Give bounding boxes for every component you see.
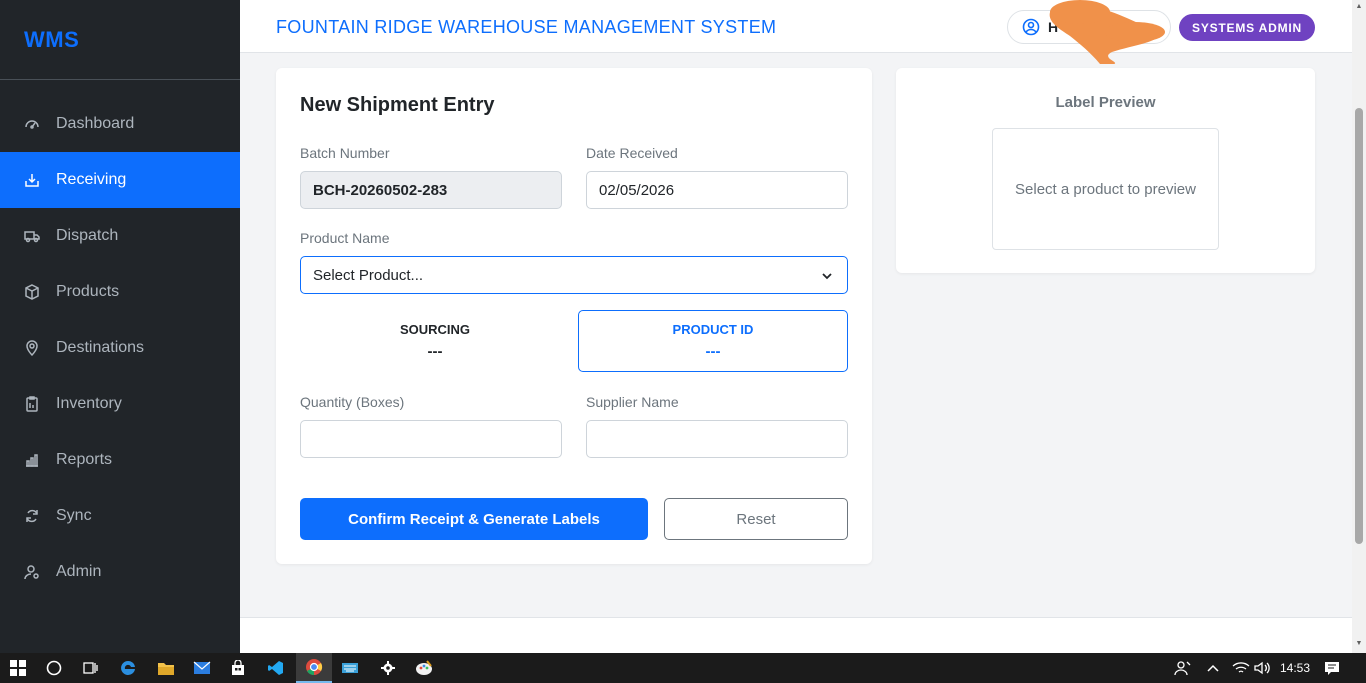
scrollbar-thumb[interactable] [1355,108,1363,544]
sourcing-title: SOURCING [399,322,471,337]
user-circle-icon [1022,18,1040,36]
product-id-stat: PRODUCT ID --- [578,310,848,372]
sidebar-item-label: Admin [56,563,102,580]
clipboard-icon [24,396,40,412]
label-preview-card: Label Preview Select a product to previe… [896,68,1315,273]
taskbar: 14:53 [0,653,1366,683]
sidebar: WMS Dashboard Receiving Dispatch Product… [0,0,240,653]
bar-chart-icon [24,452,40,468]
sidebar-item-products[interactable]: Products [0,264,240,320]
clock-time[interactable]: 14:53 [1280,653,1310,683]
date-received-field[interactable]: 02/05/2026 [586,171,848,209]
product-id-value: --- [705,343,721,360]
product-select-value: Select Product... [313,266,424,284]
sidebar-item-label: Destinations [56,339,145,356]
page-scrollbar[interactable]: ▲ ▼ [1352,0,1366,653]
sidebar-item-dispatch[interactable]: Dispatch [0,208,240,264]
settings-gear-icon[interactable] [370,653,406,683]
brand-logo[interactable]: WMS [0,0,240,80]
batch-number-field: BCH-20260502-283 [300,171,562,209]
label-preview-title: Label Preview [1055,94,1156,111]
redaction-scribble [1049,0,1165,64]
sidebar-item-label: Dispatch [56,227,119,244]
chrome-icon[interactable] [296,653,332,683]
file-explorer-icon[interactable] [148,653,184,683]
product-name-label: Product Name [300,230,390,246]
supplier-name-field[interactable] [586,420,848,458]
sidebar-item-label: Inventory [56,395,122,412]
product-id-title: PRODUCT ID [672,322,754,337]
product-select[interactable]: Select Product... [300,256,848,294]
shipment-form-card: New Shipment Entry Batch Number BCH-2026… [276,68,872,564]
sync-icon [24,508,40,524]
reset-button[interactable]: Reset [664,498,848,540]
task-view-icon[interactable] [72,653,108,683]
vscode-icon[interactable] [258,653,294,683]
form-title: New Shipment Entry [300,94,495,116]
sidebar-item-admin[interactable]: Admin [0,544,240,600]
sidebar-item-reports[interactable]: Reports [0,432,240,488]
chevron-up-icon[interactable] [1206,653,1220,683]
keyboard-icon[interactable] [332,653,368,683]
sidebar-item-receiving[interactable]: Receiving [0,152,240,208]
sourcing-value: --- [427,343,443,360]
store-icon[interactable] [220,653,256,683]
date-received-label: Date Received [586,145,678,161]
volume-icon[interactable] [1254,653,1270,683]
chevron-down-icon [821,269,833,286]
notifications-icon[interactable] [1324,653,1340,683]
batch-number-label: Batch Number [300,145,390,161]
inbox-download-icon [24,172,40,188]
gauge-icon [24,116,40,132]
sidebar-item-label: Receiving [56,171,127,188]
sidebar-item-label: Sync [56,507,92,524]
page-footer [240,617,1352,653]
top-bar: FOUNTAIN RIDGE WAREHOUSE MANAGEMENT SYST… [240,0,1352,64]
windows-start-icon[interactable] [0,653,36,683]
sidebar-item-dashboard[interactable]: Dashboard [0,96,240,152]
page-title: FOUNTAIN RIDGE WAREHOUSE MANAGEMENT SYST… [276,17,777,37]
scroll-up-arrow-icon[interactable]: ▲ [1355,2,1363,10]
user-gear-icon [24,564,40,580]
map-pin-icon [24,340,40,356]
role-badge: SYSTEMS ADMIN [1179,14,1315,41]
edge-browser-icon[interactable] [110,653,146,683]
label-preview-box: Select a product to preview [992,128,1219,250]
sidebar-item-label: Dashboard [56,115,135,132]
supplier-name-label: Supplier Name [586,394,679,410]
truck-icon [24,228,40,244]
sourcing-stat: SOURCING --- [300,310,570,372]
sidebar-item-inventory[interactable]: Inventory [0,376,240,432]
wifi-icon[interactable] [1232,653,1250,683]
confirm-receipt-button[interactable]: Confirm Receipt & Generate Labels [300,498,648,540]
paint-app-icon[interactable] [406,653,442,683]
search-circle-icon[interactable] [36,653,72,683]
scroll-down-arrow-icon[interactable]: ▼ [1355,639,1363,647]
mail-icon[interactable] [184,653,220,683]
sidebar-item-label: Reports [56,451,113,468]
quantity-field[interactable] [300,420,562,458]
people-icon[interactable] [1174,653,1192,683]
sidebar-item-sync[interactable]: Sync [0,488,240,544]
quantity-label: Quantity (Boxes) [300,394,405,410]
sidebar-item-label: Products [56,283,120,300]
box-icon [24,284,40,300]
main-content: FOUNTAIN RIDGE WAREHOUSE MANAGEMENT SYST… [240,0,1352,653]
sidebar-nav: Dashboard Receiving Dispatch Products De… [0,96,240,600]
sidebar-item-destinations[interactable]: Destinations [0,320,240,376]
